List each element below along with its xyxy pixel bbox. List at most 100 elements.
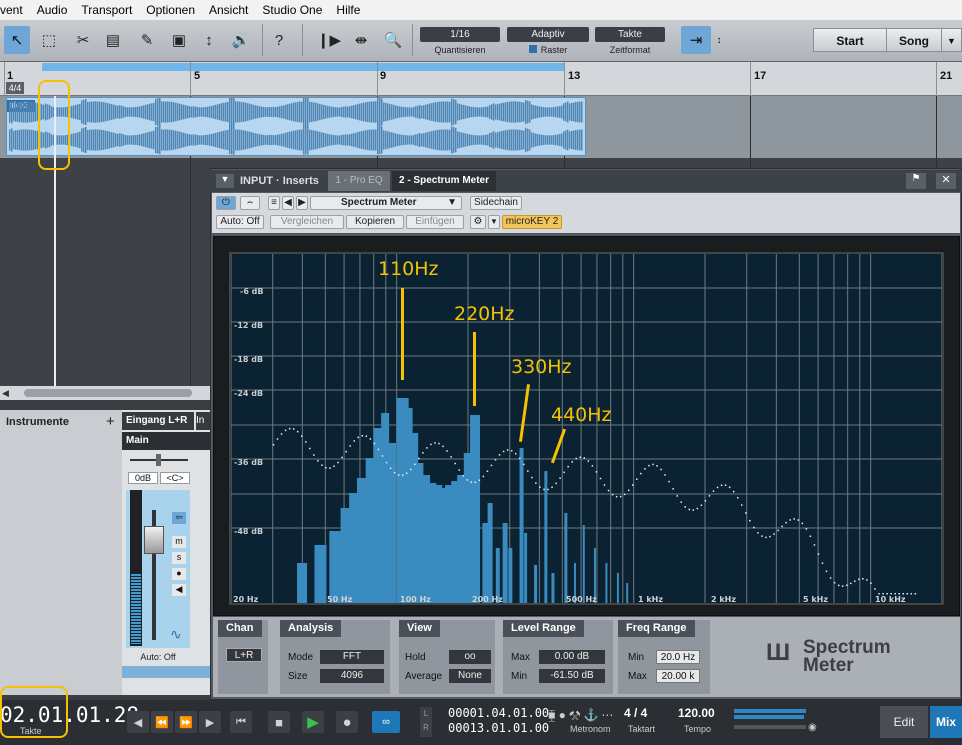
monitor-icon[interactable]: ⇦: [172, 512, 186, 524]
prev-marker-icon[interactable]: ◀: [127, 711, 149, 733]
right-locator[interactable]: 00013.01.01.00: [448, 721, 549, 735]
tab-spectrum-meter[interactable]: 2 - Spectrum Meter: [392, 171, 496, 191]
menu-studio-one[interactable]: Studio One: [262, 3, 329, 17]
menu-event[interactable]: vent: [0, 3, 30, 17]
next-marker-icon[interactable]: ▶: [199, 711, 221, 733]
automation-button[interactable]: Auto: Off: [216, 215, 264, 229]
listen-tool-icon[interactable]: 🔊: [228, 26, 254, 54]
freq-min-field[interactable]: 20.0 Hz: [656, 650, 700, 664]
level-min-field[interactable]: -61.50 dB: [539, 669, 605, 683]
pan-slider[interactable]: [126, 454, 190, 466]
master-volume-slider[interactable]: [734, 725, 806, 729]
quantize-icon[interactable]: ⇼: [348, 26, 374, 54]
range-tool-icon[interactable]: ⬚: [36, 26, 62, 54]
tab-pro-eq[interactable]: 1 - Pro EQ: [328, 171, 390, 191]
channel-select[interactable]: L+R: [226, 648, 262, 662]
scroll-left-icon[interactable]: ◀: [2, 388, 9, 399]
bypass-icon[interactable]: ⌢: [240, 196, 260, 210]
preset-browser-icon[interactable]: ≡: [268, 196, 280, 210]
freq-max-field[interactable]: 20.00 k: [656, 669, 700, 683]
stop-icon[interactable]: ■: [268, 711, 290, 733]
add-instrument-button[interactable]: +: [106, 413, 115, 430]
hold-select[interactable]: oo: [449, 650, 491, 664]
solo-button[interactable]: s: [172, 552, 186, 564]
return-zero-icon[interactable]: ⏮: [230, 711, 252, 733]
power-icon[interactable]: ⏻: [216, 196, 236, 210]
size-select[interactable]: 4096: [320, 669, 384, 683]
annotation-label: 440Hz: [551, 404, 612, 426]
time-signature-marker[interactable]: 4/4: [6, 82, 24, 94]
audiobend-icon[interactable]: ❙▶: [316, 26, 342, 54]
follow-icon[interactable]: ⇥: [681, 26, 711, 54]
scroll-thumb[interactable]: [24, 389, 192, 397]
loop-icon[interactable]: ∞: [372, 711, 400, 733]
pencil-tool-icon[interactable]: ✎: [134, 26, 160, 54]
analysis-title: Analysis: [280, 620, 342, 637]
mute-tool-icon[interactable]: ↕: [196, 26, 222, 54]
level-range-title: Level Range: [503, 620, 584, 637]
fast-forward-icon[interactable]: ⏩: [175, 711, 197, 733]
mute-button[interactable]: m: [172, 536, 186, 548]
split-tool-icon[interactable]: ✂: [70, 26, 96, 54]
spectrum-plot[interactable]: [229, 252, 944, 605]
left-locator[interactable]: 00001.04.01.00: [448, 706, 549, 720]
level-max-field[interactable]: 0.00 dB: [539, 650, 605, 664]
help-button[interactable]: ?: [266, 26, 292, 54]
loop-range[interactable]: [42, 63, 564, 71]
preset-select[interactable]: Spectrum Meter ▼: [310, 196, 462, 210]
audio-clip[interactable]: ake2: [6, 97, 586, 156]
settings-dropdown-icon[interactable]: ▼: [488, 215, 500, 229]
eraser-tool-icon[interactable]: ▤: [100, 26, 126, 54]
x-label: 20 Hz: [233, 595, 259, 604]
pan-value[interactable]: <C>: [160, 472, 190, 484]
monitor-speaker-icon[interactable]: ◀: [172, 584, 186, 596]
mode-select[interactable]: FFT: [320, 650, 384, 664]
quantize-select[interactable]: 1/16: [420, 27, 500, 42]
play-icon[interactable]: ▶: [302, 711, 324, 733]
next-preset-icon[interactable]: ▶: [296, 196, 308, 210]
prev-preset-icon[interactable]: ◀: [282, 196, 294, 210]
menu-help[interactable]: Hilfe: [336, 3, 367, 17]
output-select[interactable]: Main: [122, 432, 210, 450]
tempo-value[interactable]: 120.00: [678, 706, 715, 720]
start-button[interactable]: Start: [813, 28, 887, 52]
timebase-select[interactable]: Takte: [595, 27, 665, 42]
signature-value[interactable]: 4 / 4: [624, 706, 647, 720]
mix-button[interactable]: Mix: [930, 706, 962, 738]
menu-options[interactable]: Optionen: [146, 3, 202, 17]
snap-select[interactable]: Adaptiv: [507, 27, 589, 42]
compare-button[interactable]: Vergleichen: [270, 215, 344, 229]
record-arm-button[interactable]: ●: [172, 568, 186, 580]
average-select[interactable]: None: [449, 669, 491, 683]
y-label: -48 dB: [234, 527, 264, 536]
sidechain-button[interactable]: Sidechain: [470, 196, 522, 210]
gear-icon[interactable]: ⚙: [470, 215, 486, 229]
copy-button[interactable]: Kopieren: [346, 215, 404, 229]
menu-view[interactable]: Ansicht: [209, 3, 255, 17]
rewind-icon[interactable]: ⏪: [151, 711, 173, 733]
volume-fader[interactable]: [144, 526, 164, 554]
speaker-icon[interactable]: ◉: [808, 722, 817, 733]
snap-checkbox-icon[interactable]: [528, 45, 537, 53]
close-icon[interactable]: ✕: [936, 173, 956, 189]
paste-button[interactable]: Einfügen: [406, 215, 464, 229]
pin-icon[interactable]: ⚑: [906, 173, 926, 189]
menu-transport[interactable]: Transport: [81, 3, 139, 17]
record-icon[interactable]: ●: [336, 711, 358, 733]
song-button[interactable]: Song: [886, 28, 942, 52]
zoom-icon[interactable]: 🔍: [380, 26, 406, 54]
follow-options-icon[interactable]: ↕: [712, 26, 726, 54]
inserts-menu-icon[interactable]: ▼: [216, 174, 234, 188]
timeline-ruler[interactable]: 1 5 9 13 17 21 4/4: [0, 62, 962, 96]
automation-mode[interactable]: Auto: Off: [126, 652, 190, 664]
menu-audio[interactable]: Audio: [37, 3, 75, 17]
page-dropdown-icon[interactable]: ▼: [941, 28, 962, 52]
bend-tool-icon[interactable]: ▣: [166, 26, 192, 54]
edit-button[interactable]: Edit: [880, 706, 928, 738]
horizontal-scrollbar[interactable]: ◀: [0, 386, 210, 400]
gain-value[interactable]: 0dB: [128, 472, 158, 484]
arrow-tool-icon[interactable]: ↖: [4, 26, 30, 54]
input-select[interactable]: Eingang L+R: [122, 412, 194, 430]
metronome-icons[interactable]: ⧯●⚒⚓⋯: [548, 708, 616, 723]
midi-device-select[interactable]: microKEY 2: [502, 215, 562, 229]
